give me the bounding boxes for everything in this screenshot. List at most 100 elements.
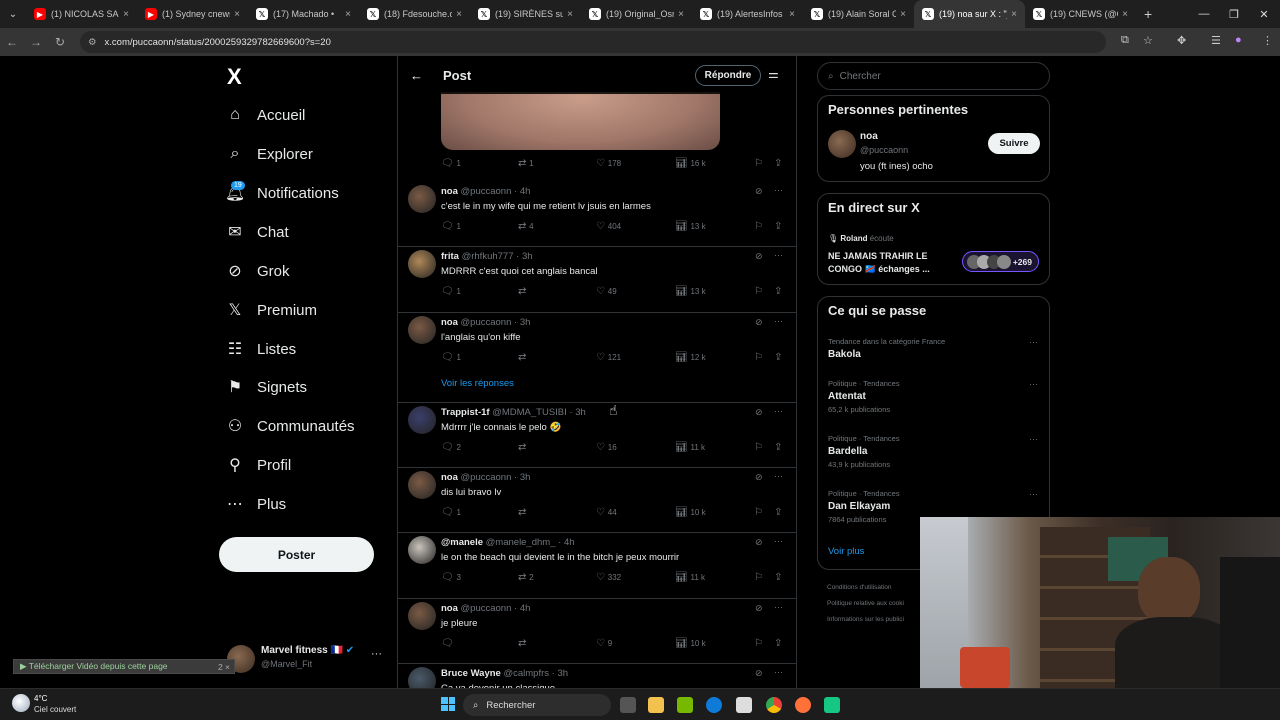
reload-icon[interactable]: ↻ <box>48 35 72 49</box>
tab-close-icon[interactable]: × <box>1011 9 1017 20</box>
share-icon[interactable]: ⇪ <box>774 442 782 453</box>
trend-more-icon[interactable]: ··· <box>1029 337 1038 347</box>
repost-button[interactable]: ⇄ <box>518 507 526 518</box>
relevant-name[interactable]: noa <box>860 131 878 142</box>
account-more-icon[interactable]: ··· <box>371 648 382 660</box>
reply-button[interactable]: 🗨︎ 3 <box>441 572 461 583</box>
tab-close-icon[interactable]: × <box>234 9 240 20</box>
reply-author[interactable]: noa <box>441 472 458 483</box>
more-options-icon[interactable]: ··· <box>774 667 783 677</box>
like-button[interactable]: ♡ 121 <box>596 352 621 363</box>
close-window-icon[interactable]: ✕ <box>1244 0 1280 28</box>
share-icon[interactable]: ⇪ <box>774 638 782 649</box>
nav-item-x[interactable]: 𝕏 Premium <box>219 295 389 325</box>
repost-button[interactable]: ⇄ 2 <box>518 572 534 583</box>
share-icon[interactable]: ⇪ <box>774 572 782 583</box>
repost-button[interactable]: ⇄ <box>518 638 526 649</box>
reply-avatar[interactable] <box>408 602 436 630</box>
browser-menu-icon[interactable]: ⋮ <box>1262 34 1273 47</box>
reply-button[interactable]: 🗨︎ 2 <box>441 442 461 453</box>
reply-author[interactable]: Trappist-1f <box>441 407 490 418</box>
reply-post[interactable]: noa @puccaonn · 4h je pleure ⊘ ··· 🗨︎ ⇄ ♡ 9 📊… <box>398 599 796 664</box>
reply-time[interactable]: 3h <box>520 317 531 328</box>
more-options-icon[interactable]: ··· <box>774 602 783 612</box>
reply-post[interactable]: Trappist-1f @MDMA_TUSIBI · 3h Mdrrrr j'le… <box>398 403 796 468</box>
reply-post[interactable]: noa @puccaonn · 4h c'est le in my wife qu… <box>398 182 796 247</box>
nav-item-grok[interactable]: ⊘ Grok <box>219 256 389 286</box>
reply-avatar[interactable] <box>408 316 436 344</box>
reply-time[interactable]: 3h <box>557 668 568 679</box>
trend-more-icon[interactable]: ··· <box>1029 489 1038 499</box>
tab-close-icon[interactable]: × <box>1122 9 1128 20</box>
account-switcher[interactable]: Marvel fitness 🇫🇷 ✔ @Marvel_Fit ··· <box>219 642 389 678</box>
windows-start-icon[interactable] <box>441 697 455 711</box>
share-icon[interactable]: ⇪ <box>774 507 782 518</box>
trend-item[interactable]: Tendance dans la catégorie France Bakola ·… <box>828 337 1038 363</box>
reply-time[interactable]: 3h <box>575 407 586 418</box>
browser-tab[interactable]: 𝕏 (18) Fdesouche.co × <box>359 0 470 28</box>
tab-close-icon[interactable]: × <box>345 9 351 20</box>
reply-time[interactable]: 3h <box>520 472 531 483</box>
like-button[interactable]: ♡ 16 <box>596 442 617 453</box>
browser-tab[interactable]: ▶ (1) Sydney cnews × <box>137 0 248 28</box>
grok-icon[interactable]: ⊘ <box>755 472 763 483</box>
like-button[interactable]: ♡ 49 <box>596 286 617 297</box>
site-info-icon[interactable]: ⚙ <box>88 37 97 48</box>
reply-button[interactable]: 🗨︎ 1 <box>441 158 461 169</box>
nav-item-bookmark[interactable]: ⚑ Signets <box>219 372 389 402</box>
reply-author[interactable]: frita <box>441 251 459 262</box>
share-icon[interactable]: ⇪ <box>774 158 782 169</box>
reply-post[interactable]: Bruce Wayne @calmpfrs · 3hÇa va devenir … <box>398 664 796 688</box>
reply-author[interactable]: noa <box>441 186 458 197</box>
back-icon[interactable]: ← <box>410 68 423 83</box>
views-button[interactable]: 📊︎ 11 k <box>675 572 705 583</box>
file-explorer-icon[interactable] <box>648 697 664 713</box>
reply-time[interactable]: 4h <box>520 186 531 197</box>
reply-avatar[interactable] <box>408 471 436 499</box>
edge-icon[interactable] <box>706 697 722 713</box>
browser-tab[interactable]: 𝕏 (19) Original_Osm × <box>581 0 692 28</box>
nav-item-people[interactable]: ⚇ Communautés <box>219 411 389 441</box>
more-options-icon[interactable]: ··· <box>774 185 783 195</box>
views-button[interactable]: 📊︎ 13 k <box>675 221 706 232</box>
tab-close-icon[interactable]: × <box>900 9 906 20</box>
reply-post[interactable]: frita @rhfkuh777 · 3h MDRRR c'est quoi ce… <box>398 247 796 313</box>
nvidia-icon[interactable] <box>677 697 693 713</box>
views-button[interactable]: 📊︎ 13 k <box>675 286 706 297</box>
grok-icon[interactable]: ⊘ <box>755 407 763 418</box>
see-replies-link[interactable]: Voir les réponses <box>441 378 514 389</box>
views-button[interactable]: 📊︎ 11 k <box>675 442 705 453</box>
more-options-icon[interactable]: ··· <box>774 471 783 481</box>
nav-item-bell[interactable]: 🔔︎ 19 Notifications <box>219 178 389 208</box>
grok-icon[interactable]: ⊘ <box>755 251 763 262</box>
x-logo-icon[interactable]: X <box>227 64 242 90</box>
tab-close-icon[interactable]: × <box>789 9 795 20</box>
weather-icon[interactable] <box>12 694 30 712</box>
reply-button[interactable]: 🗨︎ 1 <box>441 507 461 518</box>
tab-close-icon[interactable]: × <box>678 9 684 20</box>
views-button[interactable]: 📊︎ 16 k <box>675 158 706 169</box>
post-media-image[interactable] <box>441 92 720 150</box>
install-app-icon[interactable]: ⧉ <box>1121 34 1129 47</box>
reply-button[interactable]: Répondre <box>695 65 761 86</box>
reply-time[interactable]: 4h <box>564 537 575 548</box>
browser-tab[interactable]: 𝕏 (19) AlertesInfos s × <box>692 0 803 28</box>
grok-icon[interactable]: ⊘ <box>755 317 763 328</box>
repost-button[interactable]: ⇄ 1 <box>518 158 534 169</box>
more-options-icon[interactable]: ··· <box>774 250 783 260</box>
like-button[interactable]: ♡ 178 <box>596 158 621 169</box>
reply-author[interactable]: Bruce Wayne <box>441 668 501 679</box>
download-close-icon[interactable]: 2 × <box>218 662 230 672</box>
repost-button[interactable]: ⇄ <box>518 442 526 453</box>
store-icon[interactable] <box>736 697 752 713</box>
download-video-bar[interactable]: ▶ Télécharger Vidéo depuis cette page 2 … <box>13 659 235 674</box>
share-icon[interactable]: ⇪ <box>774 352 782 363</box>
reply-post[interactable]: noa @puccaonn · 3h l'anglais qu'on kiffe ⊘… <box>398 313 796 403</box>
nav-item-list[interactable]: ☷ Listes <box>219 334 389 364</box>
reply-time[interactable]: 3h <box>522 251 533 262</box>
nav-item-more-circle[interactable]: ⋯ Plus <box>219 489 389 519</box>
reply-button[interactable]: 🗨︎ 1 <box>441 352 461 363</box>
nav-item-person[interactable]: ⚲ Profil <box>219 450 389 480</box>
reply-avatar[interactable] <box>408 406 436 434</box>
forward-arrow-icon[interactable]: → <box>24 35 48 49</box>
